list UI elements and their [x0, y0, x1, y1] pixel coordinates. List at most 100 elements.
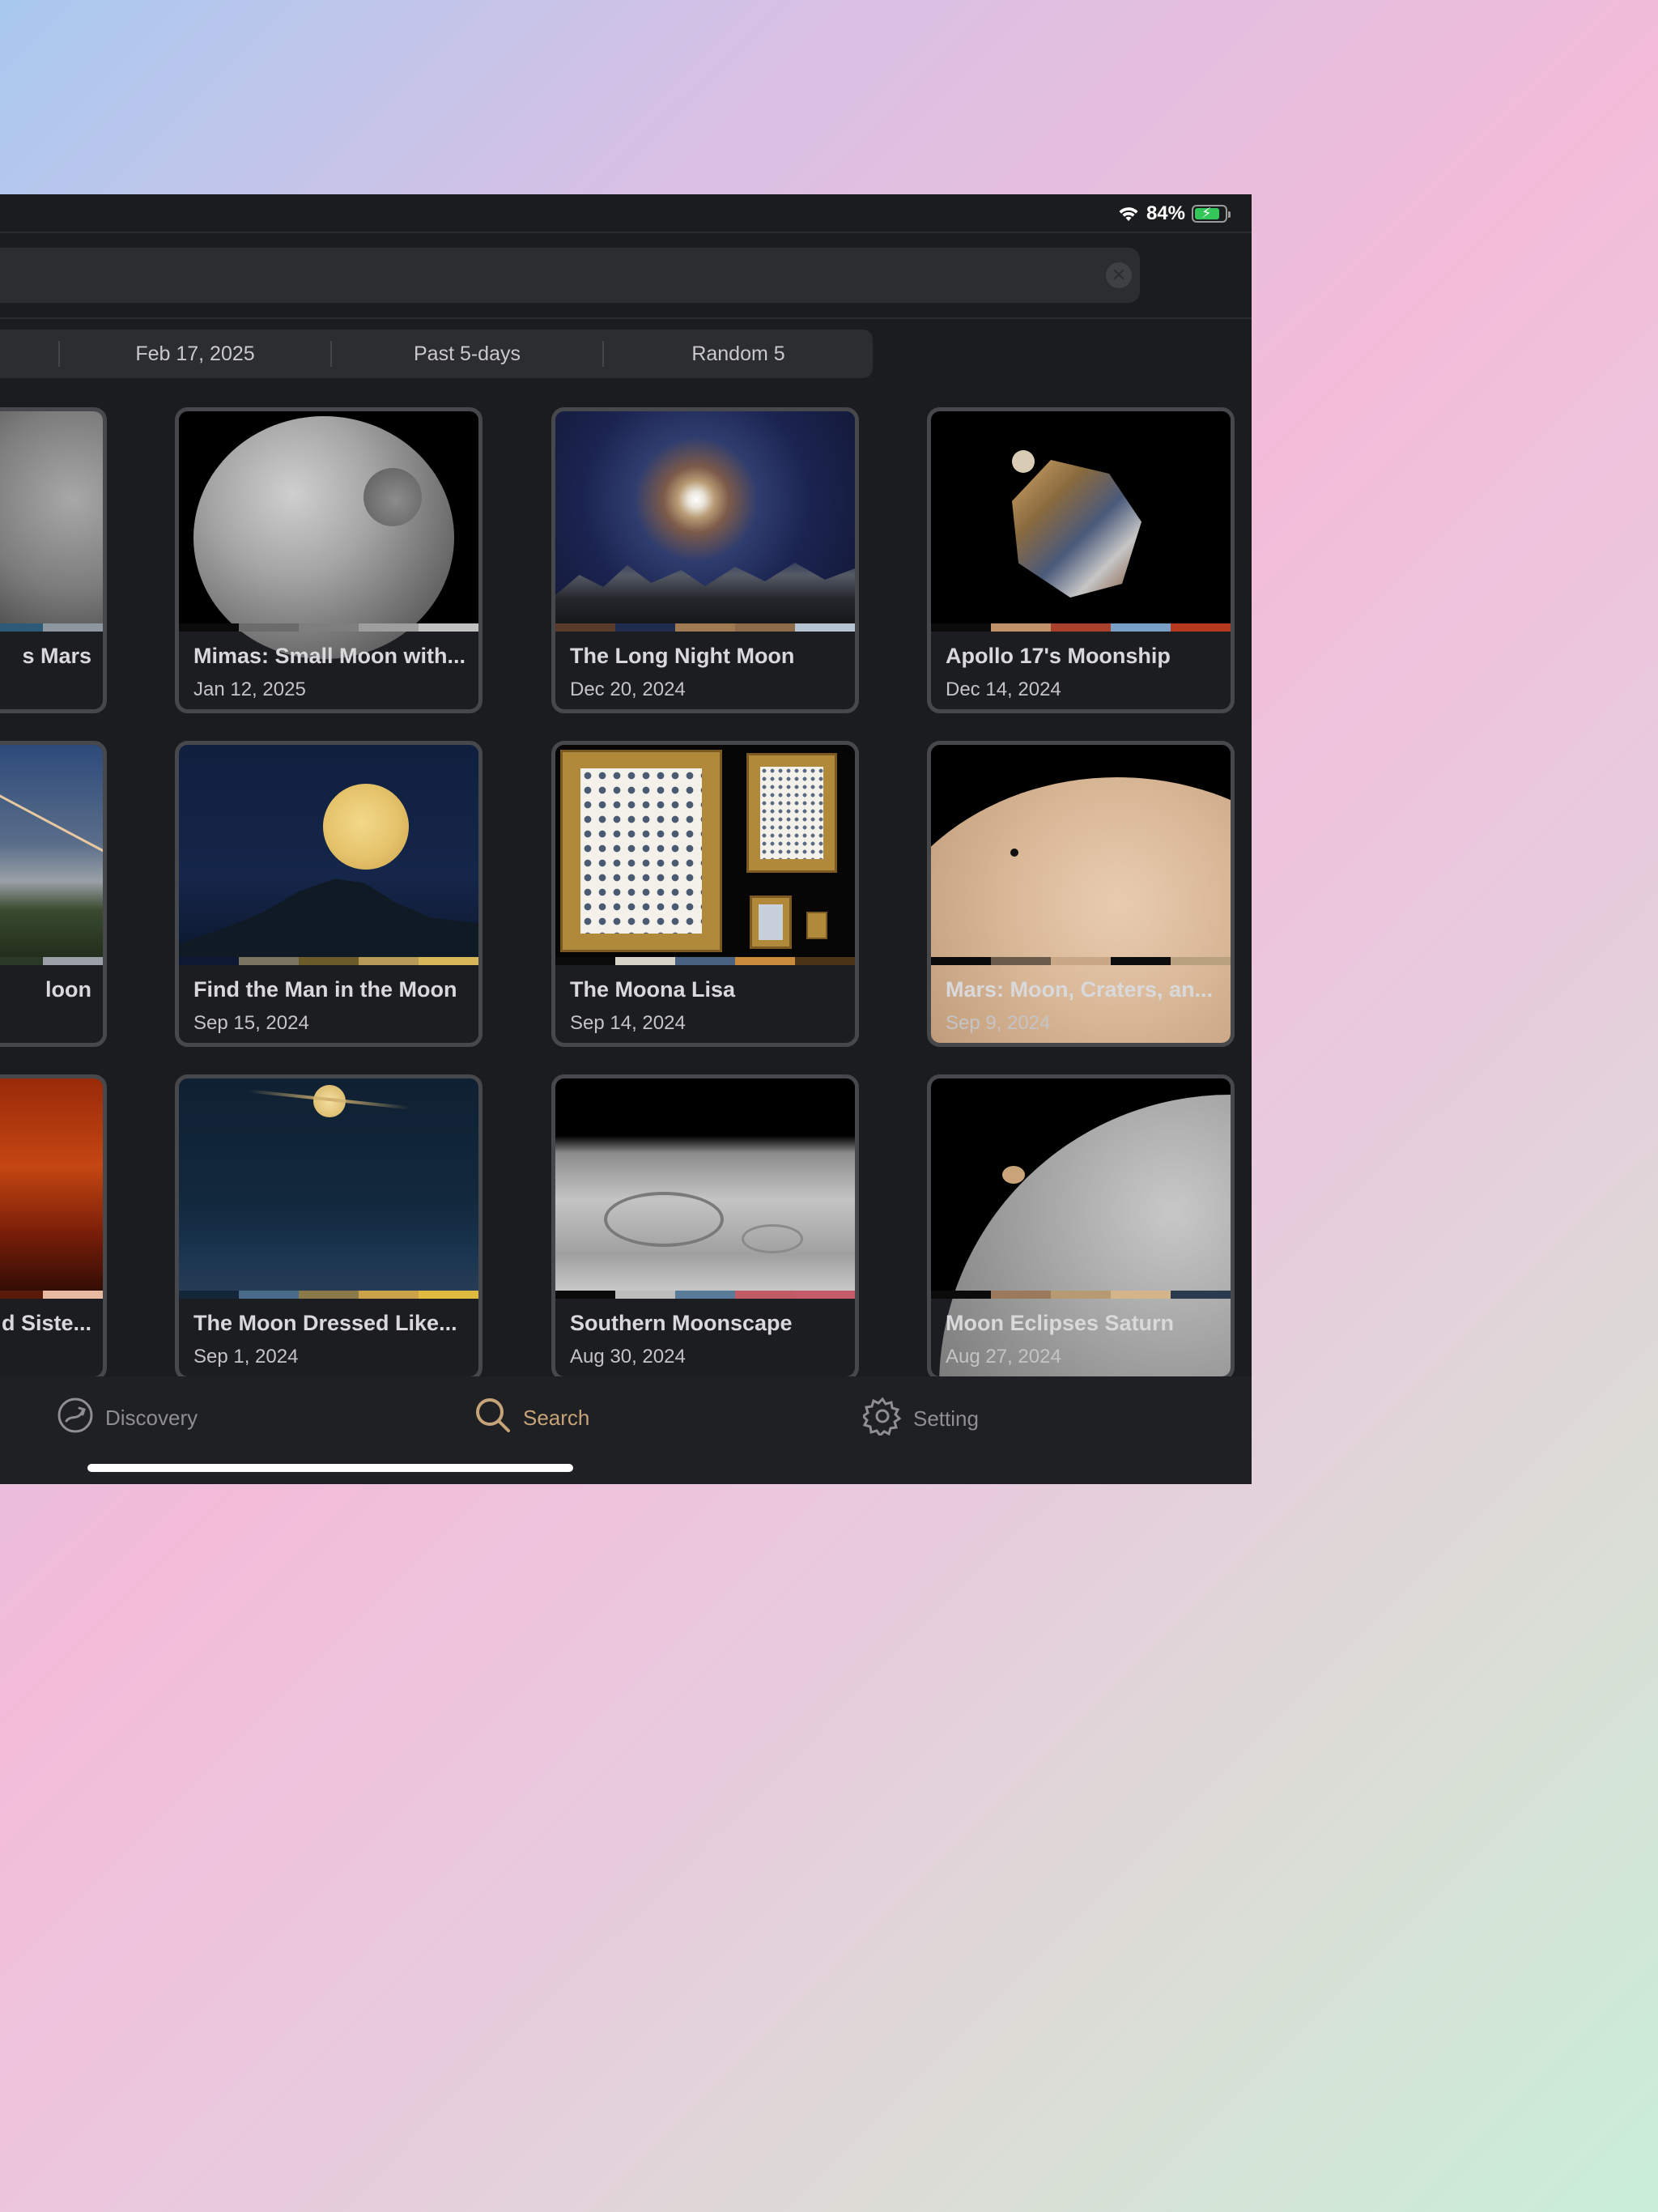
- battery-percentage: 84%: [1146, 202, 1185, 224]
- card-image: [179, 411, 478, 659]
- discovery-globe-icon: [57, 1397, 94, 1440]
- card-image: [555, 1078, 855, 1299]
- palette-swatch: [615, 623, 675, 632]
- palette-swatch: [239, 623, 299, 632]
- palette-swatch: [675, 957, 735, 965]
- apod-card[interactable]: The Moon Dressed Like... Sep 1, 2024: [175, 1074, 483, 1380]
- color-palette-strip: [0, 623, 103, 632]
- color-palette-strip: [931, 623, 1231, 632]
- apod-card[interactable]: The Long Night Moon Dec 20, 2024: [551, 407, 859, 713]
- apod-card[interactable]: The Moona Lisa Sep 14, 2024: [551, 741, 859, 1047]
- palette-swatch: [239, 957, 299, 965]
- clear-x-icon[interactable]: ✕: [1106, 262, 1132, 288]
- palette-swatch: [795, 623, 855, 632]
- apod-card[interactable]: Southern Moonscape Aug 30, 2024: [551, 1074, 859, 1380]
- apod-card[interactable]: d Siste...: [0, 1074, 107, 1380]
- palette-swatch: [795, 957, 855, 965]
- palette-swatch: [735, 957, 795, 965]
- filter-segment-random-5[interactable]: Random 5: [604, 330, 873, 378]
- card-image: [931, 745, 1231, 1043]
- card-date: Sep 9, 2024: [946, 1012, 1051, 1034]
- palette-swatch: [43, 1291, 103, 1299]
- tab-discovery-label: Discovery: [105, 1406, 198, 1430]
- palette-swatch: [555, 957, 615, 965]
- card-title: Mars: Moon, Craters, an...: [946, 977, 1214, 1002]
- apod-card[interactable]: Moon Eclipses Saturn Aug 27, 2024: [927, 1074, 1235, 1380]
- color-palette-strip: [179, 1291, 478, 1299]
- card-image: [179, 745, 478, 965]
- palette-swatch: [0, 623, 43, 632]
- palette-swatch: [931, 957, 991, 965]
- tab-discovery[interactable]: Discovery: [57, 1397, 198, 1440]
- card-date: Dec 20, 2024: [570, 678, 686, 700]
- filter-segment-hidden[interactable]: [0, 330, 58, 378]
- palette-swatch: [1171, 957, 1231, 965]
- search-input[interactable]: ✕: [0, 248, 1140, 303]
- palette-swatch: [931, 623, 991, 632]
- tab-search-label: Search: [523, 1406, 590, 1430]
- color-palette-strip: [179, 623, 478, 632]
- palette-swatch: [1171, 623, 1231, 632]
- palette-swatch: [931, 1291, 991, 1299]
- card-image: [931, 1078, 1231, 1376]
- palette-swatch: [299, 957, 359, 965]
- gear-icon: [861, 1397, 902, 1441]
- palette-swatch: [419, 623, 478, 632]
- card-date: Aug 27, 2024: [946, 1346, 1061, 1368]
- apod-card[interactable]: s Mars: [0, 407, 107, 713]
- tab-setting-label: Setting: [913, 1406, 979, 1431]
- tab-setting[interactable]: Setting: [861, 1397, 979, 1441]
- status-bar: 84% ⚡: [0, 194, 1252, 232]
- palette-swatch: [419, 1291, 478, 1299]
- card-date: Sep 15, 2024: [193, 1012, 309, 1034]
- card-title: The Moona Lisa: [570, 977, 736, 1002]
- card-date: Jan 12, 2025: [193, 678, 306, 700]
- app-window: 84% ⚡ ✕ Feb 17, 2025 Past 5-days Random …: [0, 194, 1252, 1484]
- palette-swatch: [179, 1291, 239, 1299]
- color-palette-strip: [555, 623, 855, 632]
- palette-swatch: [43, 623, 103, 632]
- palette-swatch: [1051, 623, 1111, 632]
- filter-segment-date[interactable]: Feb 17, 2025: [60, 330, 330, 378]
- palette-swatch: [299, 623, 359, 632]
- card-image: [555, 411, 855, 632]
- card-title: Find the Man in the Moon: [193, 977, 457, 1002]
- tab-search[interactable]: Search: [474, 1397, 589, 1440]
- color-palette-strip: [0, 957, 103, 965]
- palette-swatch: [1111, 1291, 1171, 1299]
- apod-card[interactable]: Mars: Moon, Craters, an... Sep 9, 2024: [927, 741, 1235, 1047]
- card-image: [0, 411, 103, 632]
- apod-card[interactable]: Mimas: Small Moon with... Jan 12, 2025: [175, 407, 483, 713]
- palette-swatch: [1051, 957, 1111, 965]
- palette-swatch: [0, 957, 43, 965]
- palette-swatch: [359, 1291, 419, 1299]
- palette-swatch: [1051, 1291, 1111, 1299]
- card-title: Mimas: Small Moon with...: [193, 644, 466, 668]
- card-title: Southern Moonscape: [570, 1311, 793, 1335]
- palette-swatch: [359, 957, 419, 965]
- card-title: The Long Night Moon: [570, 644, 795, 668]
- card-title: d Siste...: [1, 1311, 91, 1335]
- palette-swatch: [179, 623, 239, 632]
- palette-swatch: [1111, 957, 1171, 965]
- card-image: [555, 745, 855, 965]
- filter-segment-past-5-days[interactable]: Past 5-days: [332, 330, 602, 378]
- palette-swatch: [0, 1291, 43, 1299]
- apod-card[interactable]: Apollo 17's Moonship Dec 14, 2024: [927, 407, 1235, 713]
- card-image: [179, 1078, 478, 1299]
- card-date: Sep 14, 2024: [570, 1012, 686, 1034]
- palette-swatch: [991, 1291, 1051, 1299]
- card-image: [931, 411, 1231, 632]
- palette-swatch: [179, 957, 239, 965]
- color-palette-strip: [179, 957, 478, 965]
- apod-card[interactable]: loon: [0, 741, 107, 1047]
- palette-swatch: [1111, 623, 1171, 632]
- apod-card[interactable]: Find the Man in the Moon Sep 15, 2024: [175, 741, 483, 1047]
- palette-swatch: [615, 1291, 675, 1299]
- palette-swatch: [615, 957, 675, 965]
- wifi-icon: [1117, 205, 1140, 223]
- card-title: Moon Eclipses Saturn: [946, 1311, 1175, 1335]
- divider: [0, 232, 1252, 233]
- card-title: Apollo 17's Moonship: [946, 644, 1171, 668]
- battery-icon: ⚡: [1192, 205, 1231, 223]
